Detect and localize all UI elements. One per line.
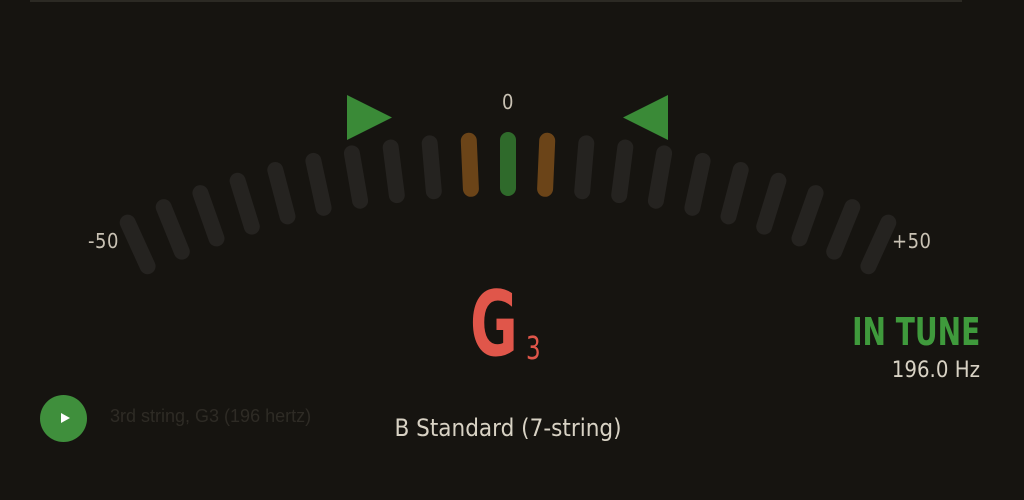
flat-indicator-arrow-icon: [347, 95, 392, 140]
scale-min-label: -50: [88, 229, 119, 253]
meter-segment: [720, 162, 749, 225]
meter-segment: [684, 152, 711, 216]
scale-center-label: 0: [502, 90, 514, 114]
meter-segment: [155, 199, 190, 260]
tuner-screen: 0 -50 +50 G 3 IN TUNE 196.0 Hz B Standar…: [0, 0, 1024, 500]
meter-segment: [647, 145, 673, 209]
meter-segment: [611, 139, 634, 204]
frequency-readout: 196.0 Hz: [891, 357, 980, 383]
meter-segment: [229, 172, 260, 235]
play-icon: [61, 413, 70, 423]
reference-tone-caption: 3rd string, G3 (196 hertz): [110, 406, 312, 426]
tuning-preset-name[interactable]: B Standard (7-string): [360, 414, 656, 442]
meter-segment: [860, 214, 897, 275]
meter-segment: [267, 162, 296, 225]
play-reference-button[interactable]: [40, 395, 87, 442]
meter-segment: [192, 185, 225, 247]
detected-note: G 3: [470, 280, 590, 390]
meter-segment: [826, 199, 861, 260]
note-octave: 3: [526, 329, 541, 367]
sharp-indicator-arrow-icon: [623, 95, 668, 140]
tuning-status-block: IN TUNE 196.0 Hz: [824, 310, 980, 383]
meter-segment: [756, 172, 787, 235]
meter-segment: [119, 214, 156, 275]
meter-segment: [537, 132, 556, 197]
meter-segment: [574, 135, 595, 200]
meter-segment: [460, 132, 479, 197]
meter-segment: [421, 135, 442, 200]
scale-max-label: +50: [892, 229, 932, 253]
meter-segment: [382, 139, 405, 204]
tuning-status: IN TUNE: [851, 310, 980, 354]
meter-segment: [343, 145, 369, 209]
note-letter: G: [470, 272, 518, 377]
meter-segment: [305, 152, 332, 216]
meter-segment: [791, 185, 824, 247]
